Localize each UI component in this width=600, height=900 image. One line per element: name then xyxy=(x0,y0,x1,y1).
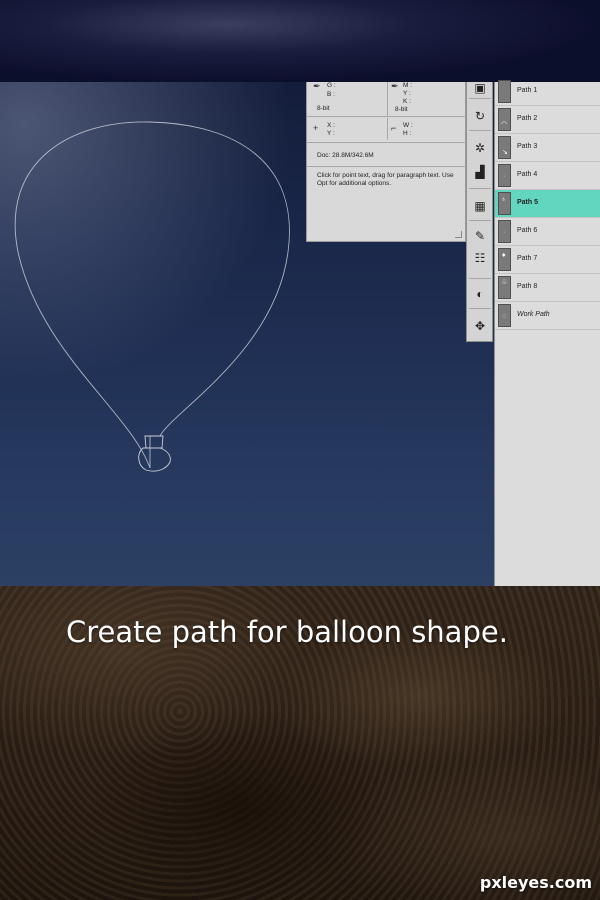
path-thumbnail: ◠ xyxy=(498,108,511,131)
path-name: Path 3 xyxy=(517,143,538,150)
tutorial-caption: Create path for balloon shape. xyxy=(66,615,508,649)
info-m-label: M : xyxy=(403,82,413,89)
path-name: Path 4 xyxy=(517,171,538,178)
adjustments-icon: ◐ xyxy=(476,287,484,301)
history-panel-button[interactable]: ↻ xyxy=(470,106,490,126)
path-name: Work Path xyxy=(517,311,550,318)
crosshair-icon: + xyxy=(313,123,319,133)
navigator-icon: ✲ xyxy=(474,141,486,155)
info-x-label: X : xyxy=(327,122,335,129)
tool-presets-icon: ☷ xyxy=(474,251,486,265)
eyedropper-icon: ✒ xyxy=(313,81,321,91)
brushes-panel-button[interactable]: ✎ xyxy=(470,226,490,246)
path-row-2[interactable]: ◠ Path 2 xyxy=(495,106,600,134)
path-row-work-path[interactable]: ◌ Work Path xyxy=(495,302,600,330)
styles-panel-button[interactable]: ✥ xyxy=(470,316,490,336)
info-h-label: H : xyxy=(403,130,412,137)
info-y-label: Y : xyxy=(403,90,411,97)
info-icon: ▣ xyxy=(474,81,486,95)
eyedropper-cmyk-icon: ✒ xyxy=(391,81,399,91)
path-row-8[interactable]: ♧ Path 8 xyxy=(495,274,600,302)
swatches-panel-button[interactable]: ▦ xyxy=(470,196,490,216)
tool-presets-panel-button[interactable]: ☷ xyxy=(470,248,490,268)
histogram-icon: ▟ xyxy=(475,165,485,179)
path-thumbnail: ◌ xyxy=(498,304,511,327)
path-name: Path 2 xyxy=(517,115,538,122)
info-tool-hint: Click for point text, drag for paragraph… xyxy=(317,172,454,187)
path-name: Path 5 xyxy=(517,199,539,206)
crop-icon: ⌐ xyxy=(391,123,397,133)
info-w-label: W : xyxy=(403,122,413,129)
path-row-1[interactable]: Path 1 xyxy=(495,78,600,106)
path-thumbnail: ↘ xyxy=(498,136,511,159)
styles-icon: ✥ xyxy=(474,319,486,333)
path-row-4[interactable]: · Path 4 xyxy=(495,162,600,190)
path-thumbnail: ♦ xyxy=(498,248,511,271)
brushes-icon: ✎ xyxy=(474,229,486,243)
navigator-panel-button[interactable]: ✲ xyxy=(470,138,490,158)
history-icon: ↻ xyxy=(474,109,486,123)
info-panel-button[interactable]: ▣ xyxy=(470,78,490,98)
histogram-panel-button[interactable]: ▟ xyxy=(470,162,490,182)
info-doc-size: Doc: 28.8M/342.6M xyxy=(317,152,374,159)
info-y2-label: Y : xyxy=(327,130,335,137)
swatches-icon: ▦ xyxy=(474,199,486,213)
path-name: Path 6 xyxy=(517,227,538,234)
info-panel: ✒ G : B : 8-bit ✒ M : Y : K : 8-bit + X … xyxy=(306,81,467,242)
path-row-7[interactable]: ♦ Path 7 xyxy=(495,246,600,274)
info-bit-left: 8-bit xyxy=(317,105,330,112)
site-watermark: pxleyes.com xyxy=(479,873,592,892)
adjustments-panel-button[interactable]: ◐ xyxy=(470,284,490,304)
info-bit-right: 8-bit xyxy=(395,106,408,113)
path-name: Path 7 xyxy=(517,255,538,262)
path-row-6[interactable]: · Path 6 xyxy=(495,218,600,246)
info-k-label: K : xyxy=(403,98,411,105)
path-thumbnail: ♁ xyxy=(498,192,511,215)
path-thumbnail: · xyxy=(498,164,511,187)
path-name: Path 8 xyxy=(517,283,538,290)
panel-dock-strip: ▣ ↻ ✲ ▟ ▦ ✎ ☷ ◐ ✥ xyxy=(466,82,493,342)
paths-panel: Path 1 ◠ Path 2 ↘ Path 3 · Path 4 ♁ Path… xyxy=(494,80,600,586)
path-name: Path 1 xyxy=(517,87,538,94)
panel-resize-grip[interactable] xyxy=(455,231,462,238)
path-thumbnail xyxy=(498,80,511,103)
path-thumbnail: ♧ xyxy=(498,276,511,299)
info-b-label: B : xyxy=(327,91,335,98)
info-g-label: G : xyxy=(327,82,336,89)
path-row-5[interactable]: ♁ Path 5 xyxy=(495,190,600,218)
path-thumbnail: · xyxy=(498,220,511,243)
top-sky-band xyxy=(0,0,600,82)
path-row-3[interactable]: ↘ Path 3 xyxy=(495,134,600,162)
